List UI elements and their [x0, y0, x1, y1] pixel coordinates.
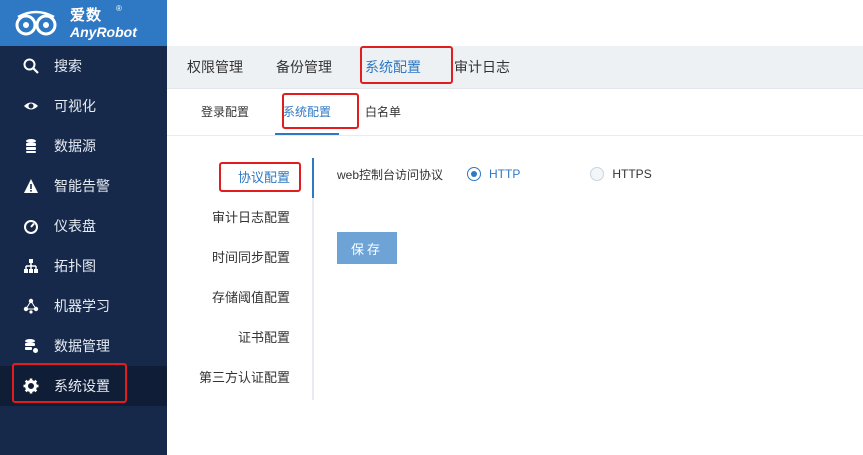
protocol-label: web控制台访问协议	[337, 167, 444, 182]
data-manage-icon	[22, 337, 40, 355]
config-side-menu: 协议配置 审计日志配置 时间同步配置 存储阈值配置 证书配置 第三方认证配置	[167, 158, 314, 400]
sidebar-item-dashboard[interactable]: 仪表盘	[0, 206, 167, 246]
sidebar-item-label: 仪表盘	[54, 218, 96, 234]
tab-system-config[interactable]: 系统配置	[355, 46, 431, 88]
sidebar-item-topology[interactable]: 拓扑图	[0, 246, 167, 286]
sidebar: 爱数 AnyRobot ® 搜索 可视化 数据源 智能告警 仪表盘 拓扑图 机器…	[0, 0, 167, 455]
side-item-third-party-auth[interactable]: 第三方认证配置	[167, 358, 312, 398]
subtab-system-config[interactable]: 系统配置	[275, 89, 340, 135]
subtab-login-config[interactable]: 登录配置	[201, 89, 249, 135]
anyrobot-logo-icon	[14, 9, 66, 37]
network-icon	[22, 297, 40, 315]
sidebar-item-visualization[interactable]: 可视化	[0, 86, 167, 126]
database-icon	[22, 137, 40, 155]
gear-icon	[22, 377, 40, 395]
sidebar-item-alerts[interactable]: 智能告警	[0, 166, 167, 206]
sidebar-item-system-settings[interactable]: 系统设置	[0, 366, 167, 406]
radio-http-indicator[interactable]	[467, 167, 482, 181]
side-item-certificate[interactable]: 证书配置	[167, 318, 312, 358]
side-item-audit-log[interactable]: 审计日志配置	[167, 198, 312, 238]
sub-tabs: 登录配置 系统配置 白名单	[167, 89, 863, 136]
side-item-protocol[interactable]: 协议配置	[167, 158, 314, 198]
sidebar-item-datasource[interactable]: 数据源	[0, 126, 167, 166]
save-button[interactable]: 保存	[337, 232, 397, 264]
tab-audit-log[interactable]: 审计日志	[444, 46, 520, 88]
brand-name-en: AnyRobot	[70, 23, 137, 40]
protocol-form: web控制台访问协议 HTTP HTTPS	[337, 158, 722, 190]
sidebar-item-search[interactable]: 搜索	[0, 46, 167, 86]
brand-name-cn: 爱数	[70, 6, 103, 24]
search-icon	[22, 57, 40, 75]
tab-backup[interactable]: 备份管理	[266, 46, 342, 88]
side-item-storage-threshold[interactable]: 存储阈值配置	[167, 278, 312, 318]
tab-permissions[interactable]: 权限管理	[177, 46, 253, 88]
sidebar-item-label: 拓扑图	[54, 258, 96, 274]
radio-https-indicator[interactable]	[590, 167, 605, 181]
sidebar-item-label: 搜索	[54, 58, 82, 74]
subtab-whitelist[interactable]: 白名单	[365, 89, 401, 135]
protocol-row: web控制台访问协议 HTTP HTTPS	[337, 158, 722, 190]
logo: 爱数 AnyRobot ®	[0, 0, 167, 46]
radio-https[interactable]: HTTPS	[590, 167, 652, 181]
radio-https-label: HTTPS	[612, 167, 652, 181]
sidebar-item-ml[interactable]: 机器学习	[0, 286, 167, 326]
sidebar-item-data-management[interactable]: 数据管理	[0, 326, 167, 366]
sidebar-item-label: 智能告警	[54, 178, 110, 194]
sidebar-nav: 搜索 可视化 数据源 智能告警 仪表盘 拓扑图 机器学习 数据管理 系统设置	[0, 46, 167, 406]
warning-icon	[22, 177, 40, 195]
top-bar	[167, 0, 863, 46]
registered-mark: ®	[116, 4, 122, 13]
radio-http-label: HTTP	[489, 167, 521, 181]
main-tabs: 权限管理 备份管理 系统配置 审计日志	[167, 46, 863, 89]
sidebar-item-label: 数据源	[54, 138, 96, 154]
sidebar-item-label: 可视化	[54, 98, 96, 114]
main-panel: 权限管理 备份管理 系统配置 审计日志 登录配置 系统配置 白名单 协议配置 审…	[167, 0, 863, 455]
gauge-icon	[22, 217, 40, 235]
sidebar-item-label: 系统设置	[54, 378, 110, 394]
eye-icon	[22, 97, 40, 115]
sidebar-item-label: 数据管理	[54, 338, 110, 354]
sidebar-item-label: 机器学习	[54, 298, 110, 314]
side-item-time-sync[interactable]: 时间同步配置	[167, 238, 312, 278]
radio-http[interactable]: HTTP	[467, 167, 520, 181]
topology-icon	[22, 257, 40, 275]
